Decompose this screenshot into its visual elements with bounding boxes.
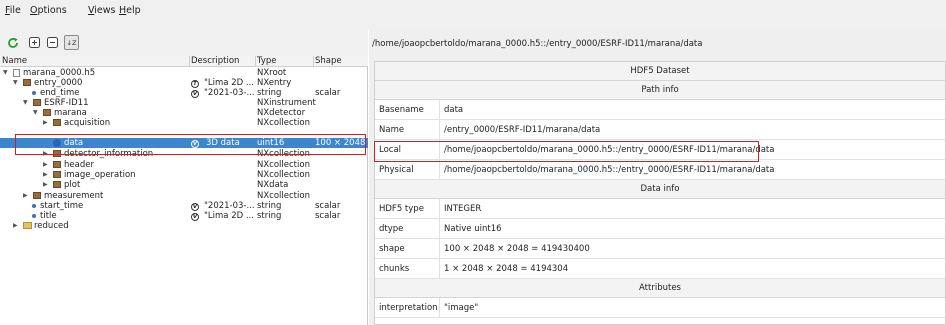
tree-row[interactable]: ▶ plot NXdata [0,180,368,190]
file-icon [13,69,20,77]
refresh-icon [7,37,18,48]
expand-all-icon [29,37,40,48]
nx-group-icon [23,79,31,86]
sort-button[interactable]: ↓Z [64,35,79,50]
tree-row[interactable]: ▶ reduced [0,221,368,231]
info-table: HDF5 Dataset Path info Basename data Nam… [374,61,946,325]
field-dot-icon [32,91,36,95]
chevron-down-icon[interactable]: ▼ [3,68,8,78]
expand-all-button[interactable] [27,35,42,50]
chevron-right-icon[interactable]: ▶ [43,170,48,180]
highlight-box-local [374,141,759,162]
section-data-info: Data info [375,180,945,199]
info-row-shape: shape 100 × 2048 × 2048 = 419430400 [375,239,945,259]
nx-group-icon [43,109,51,116]
info-row-basename: Basename data [375,100,945,120]
column-description[interactable]: Description [191,56,239,66]
field-dot-icon [32,214,36,218]
collapse-all-icon [47,37,58,48]
tree-row[interactable]: ▼ ESRF-ID11 NXinstrument [0,98,368,108]
tree-view[interactable]: Name Description Type Shape ▼ marana_000… [0,56,368,325]
tree-row[interactable]: ▶ acquisition NXcollection [0,118,368,128]
folder-icon [23,222,32,229]
chevron-down-icon[interactable]: ▼ [33,108,38,118]
tree-row[interactable]: ▶ image_operation NXcollection [0,170,368,180]
tree-row[interactable]: title V "Lima 2D ... string scalar [0,211,368,221]
value-badge-icon: V [191,203,199,211]
sort-icon: ↓Z [66,38,77,47]
path-bar: /home/joaopcbertoldo/marana_0000.h5::/en… [372,39,703,49]
info-row-name: Name /entry_0000/ESRF-ID11/marana/data [375,120,945,140]
text-badge-icon: T [191,80,199,88]
tree-row[interactable]: ▶ measurement NXcollection [0,191,368,201]
menu-views[interactable]: Views [88,5,116,16]
chevron-down-icon[interactable]: ▼ [13,78,18,88]
tree-row[interactable]: ▼ marana NXdetector [0,108,368,118]
highlight-box-tree [15,134,366,155]
toolbar: ↓Z [0,30,368,56]
panel-title: HDF5 Dataset [375,62,945,81]
column-name[interactable]: Name [2,56,27,66]
menu-file[interactable]: File [5,5,21,16]
nx-group-icon [53,119,61,126]
tree-header: Name Description Type Shape [0,56,368,67]
tree-row[interactable]: ▶ header NXcollection [0,160,368,170]
tree-row[interactable]: start_time V "2021-03-... string scalar [0,201,368,211]
menu-options[interactable]: Options [30,5,67,16]
nx-group-icon [33,99,41,106]
tree-row[interactable]: ▼ marana_0000.h5 NXroot [0,68,368,78]
chevron-right-icon[interactable]: ▶ [23,191,28,201]
nx-group-icon [53,161,61,168]
value-badge-icon: V [191,90,199,98]
info-row-physical: Physical /home/joaopcbertoldo/marana_000… [375,160,945,180]
collapse-all-button[interactable] [45,35,60,50]
nx-group-icon [53,171,61,178]
chevron-right-icon[interactable]: ▶ [43,160,48,170]
refresh-button[interactable] [5,35,20,50]
info-row-dtype: dtype Native uint16 [375,219,945,239]
menu-help[interactable]: Help [119,5,141,16]
chevron-down-icon[interactable]: ▼ [23,98,28,108]
menu-bar: File Options Views Help [0,0,946,30]
column-shape[interactable]: Shape [315,56,342,66]
field-dot-icon [32,204,36,208]
section-path-info: Path info [375,81,945,100]
info-row-interpretation: interpretation "image" [375,298,945,318]
section-attributes: Attributes [375,279,945,298]
chevron-right-icon[interactable]: ▶ [13,221,18,231]
nx-group-icon [33,192,41,199]
tree-row[interactable]: end_time V "2021-03-... string scalar [0,88,368,98]
chevron-right-icon[interactable]: ▶ [43,180,48,190]
column-type[interactable]: Type [257,56,277,66]
info-row-chunks: chunks 1 × 2048 × 2048 = 4194304 [375,259,945,279]
chevron-right-icon[interactable]: ▶ [43,118,48,128]
info-row-hdf5-type: HDF5 type INTEGER [375,199,945,219]
nx-group-icon [53,181,61,188]
value-badge-icon: V [191,213,199,221]
dataset-info-panel: /home/joaopcbertoldo/marana_0000.h5::/en… [369,30,946,325]
tree-row[interactable]: ▼ entry_0000 T "Lima 2D ... NXentry [0,78,368,88]
